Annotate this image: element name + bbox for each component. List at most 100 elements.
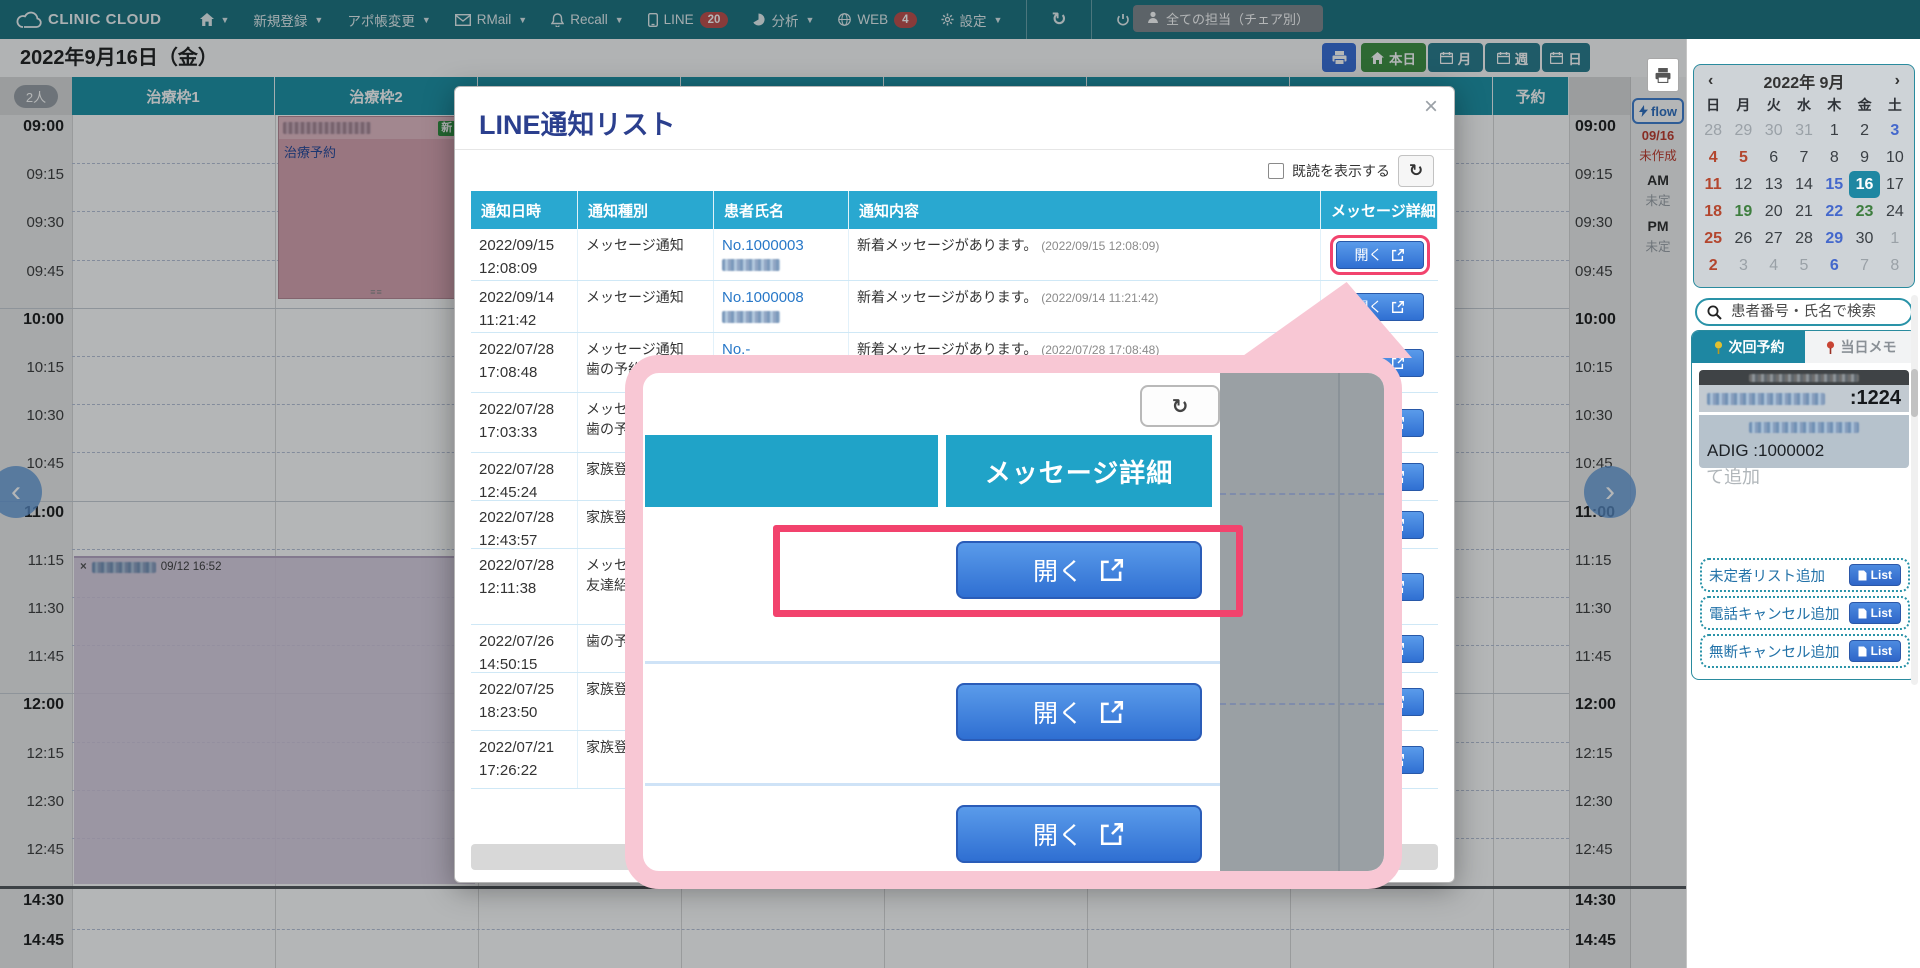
- magnified-open-button[interactable]: 開く: [956, 683, 1202, 741]
- calendar-day[interactable]: 8: [1819, 144, 1849, 171]
- callout-dimmed-background: [1220, 373, 1384, 871]
- calendar-day[interactable]: 2: [1849, 117, 1879, 144]
- calendar-day[interactable]: 14: [1789, 171, 1819, 198]
- calendar-day[interactable]: 6: [1819, 252, 1849, 279]
- calendar-day[interactable]: 1: [1880, 225, 1910, 252]
- list-add-label: 電話キャンセル追加: [1709, 603, 1840, 624]
- open-message-button[interactable]: 開く: [1336, 241, 1424, 269]
- list-add-box-2[interactable]: 無断キャンセル追加 List: [1700, 634, 1910, 668]
- next-reservation-card[interactable]: :1224 ADIG :1000002: [1699, 370, 1909, 468]
- app-window: CLINIC CLOUD ▼新規登録▼アポ帳変更▼RMail▼Recall▼LI…: [0, 0, 1920, 968]
- close-icon[interactable]: ×: [1424, 93, 1438, 121]
- list-button[interactable]: List: [1849, 602, 1901, 624]
- patient-number-link[interactable]: No.1000003: [722, 235, 840, 256]
- tab-next-reservation[interactable]: 次回予約: [1692, 331, 1805, 363]
- calendar-day[interactable]: 9: [1849, 144, 1879, 171]
- pushpin-icon: [1825, 341, 1836, 354]
- calendar-day[interactable]: 2: [1698, 252, 1728, 279]
- list-button[interactable]: List: [1849, 564, 1901, 586]
- notify-type-line: メッセージ通知: [586, 287, 705, 307]
- table-row: 2022/09/1512:08:09メッセージ通知No.1000003新着メッセ…: [471, 229, 1438, 281]
- list-button-label: List: [1871, 606, 1892, 620]
- refresh-list-button[interactable]: ↻: [1398, 155, 1434, 187]
- calendar-weekday-row: 日月火水木金土: [1698, 93, 1910, 117]
- calendar-day[interactable]: 22: [1819, 198, 1849, 225]
- calendar-day[interactable]: 26: [1728, 225, 1758, 252]
- list-button-label: List: [1871, 568, 1892, 582]
- weekday-label: 木: [1819, 93, 1849, 117]
- calendar-day[interactable]: 6: [1759, 144, 1789, 171]
- weekday-label: 土: [1880, 93, 1910, 117]
- calendar-day[interactable]: 5: [1728, 144, 1758, 171]
- calendar-day[interactable]: 15: [1819, 171, 1849, 198]
- notify-date: 2022/07/26: [479, 633, 554, 650]
- notify-date: 2022/07/25: [479, 681, 554, 698]
- list-add-box-1[interactable]: 電話キャンセル追加 List: [1700, 596, 1910, 630]
- list-button[interactable]: List: [1849, 640, 1901, 662]
- calendar-day[interactable]: 29: [1819, 225, 1849, 252]
- calendar-day[interactable]: 5: [1789, 252, 1819, 279]
- open-label: 開く: [1033, 694, 1083, 730]
- calendar-day-selected[interactable]: 16: [1849, 171, 1879, 198]
- cell-date: 2022/07/2518:23:50: [471, 673, 578, 730]
- list-add-label: 無断キャンセル追加: [1709, 641, 1840, 662]
- weekday-label: 月: [1728, 93, 1758, 117]
- show-read-label: 既読を表示する: [1292, 161, 1390, 181]
- sidebar-scrollbar-thumb[interactable]: [1911, 369, 1918, 417]
- external-link-icon: [1391, 300, 1405, 314]
- cell-content: 新着メッセージがあります。 (2022/09/15 12:08:09): [849, 229, 1321, 280]
- patient-search-box[interactable]: [1695, 298, 1913, 326]
- calendar-day[interactable]: 21: [1789, 198, 1819, 225]
- calendar-day[interactable]: 25: [1698, 225, 1728, 252]
- calendar-day[interactable]: 17: [1880, 171, 1910, 198]
- calendar-day[interactable]: 3: [1880, 117, 1910, 144]
- cell-date: 2022/07/2117:26:22: [471, 731, 578, 788]
- calendar-day[interactable]: 30: [1759, 117, 1789, 144]
- tab-today-memo[interactable]: 当日メモ: [1805, 331, 1916, 363]
- calendar-day[interactable]: 24: [1880, 198, 1910, 225]
- mini-calendar: ‹ 2022年 9月 › 日月火水木金土 2829303112345678910…: [1693, 64, 1915, 288]
- print-small-button[interactable]: [1647, 58, 1679, 92]
- calendar-day[interactable]: 18: [1698, 198, 1728, 225]
- calendar-day[interactable]: 3: [1728, 252, 1758, 279]
- list-add-box-0[interactable]: 未定者リスト追加List: [1700, 558, 1910, 592]
- sidebar-scrollbar[interactable]: [1911, 295, 1918, 685]
- calendar-day[interactable]: 28: [1698, 117, 1728, 144]
- calendar-day[interactable]: 19: [1728, 198, 1758, 225]
- calendar-day[interactable]: 29: [1728, 117, 1758, 144]
- calendar-day[interactable]: 31: [1789, 117, 1819, 144]
- calendar-day[interactable]: 11: [1698, 171, 1728, 198]
- notify-content: 新着メッセージがあります。: [857, 237, 1037, 253]
- calendar-day[interactable]: 8: [1880, 252, 1910, 279]
- calendar-prev-button[interactable]: ‹: [1698, 72, 1723, 90]
- magnified-open-button[interactable]: 開く: [956, 805, 1202, 863]
- calendar-day[interactable]: 12: [1728, 171, 1758, 198]
- calendar-day[interactable]: 27: [1759, 225, 1789, 252]
- patient-search-input[interactable]: [1729, 303, 1903, 321]
- calendar-day[interactable]: 4: [1698, 144, 1728, 171]
- show-read-checkbox[interactable]: [1268, 163, 1284, 179]
- notify-time: 17:03:33: [479, 424, 537, 441]
- printer-icon: [1655, 68, 1671, 83]
- patient-number-link[interactable]: No.1000008: [722, 287, 840, 308]
- notification-table-header: 通知日時通知種別患者氏名通知内容メッセージ詳細: [471, 191, 1438, 229]
- patient-name-redacted: [722, 259, 780, 271]
- calendar-day[interactable]: 4: [1759, 252, 1789, 279]
- calendar-day[interactable]: 28: [1789, 225, 1819, 252]
- notify-date: 2022/07/28: [479, 341, 554, 358]
- calendar-day[interactable]: 20: [1759, 198, 1789, 225]
- calendar-day[interactable]: 7: [1789, 144, 1819, 171]
- open-label: 開く: [1033, 816, 1083, 852]
- weekday-label: 日: [1698, 93, 1728, 117]
- calendar-day[interactable]: 13: [1759, 171, 1789, 198]
- calendar-day[interactable]: 1: [1819, 117, 1849, 144]
- calendar-day[interactable]: 10: [1880, 144, 1910, 171]
- file-icon: [1858, 570, 1867, 581]
- cell-date: 2022/07/2812:45:24: [471, 453, 578, 500]
- calendar-day[interactable]: 23: [1849, 198, 1879, 225]
- calendar-day[interactable]: 30: [1849, 225, 1879, 252]
- calendar-next-button[interactable]: ›: [1885, 72, 1910, 90]
- calendar-day[interactable]: 7: [1849, 252, 1879, 279]
- notify-content-time: (2022/09/15 12:08:09): [1041, 239, 1159, 253]
- open-label: 開く: [1355, 245, 1383, 265]
